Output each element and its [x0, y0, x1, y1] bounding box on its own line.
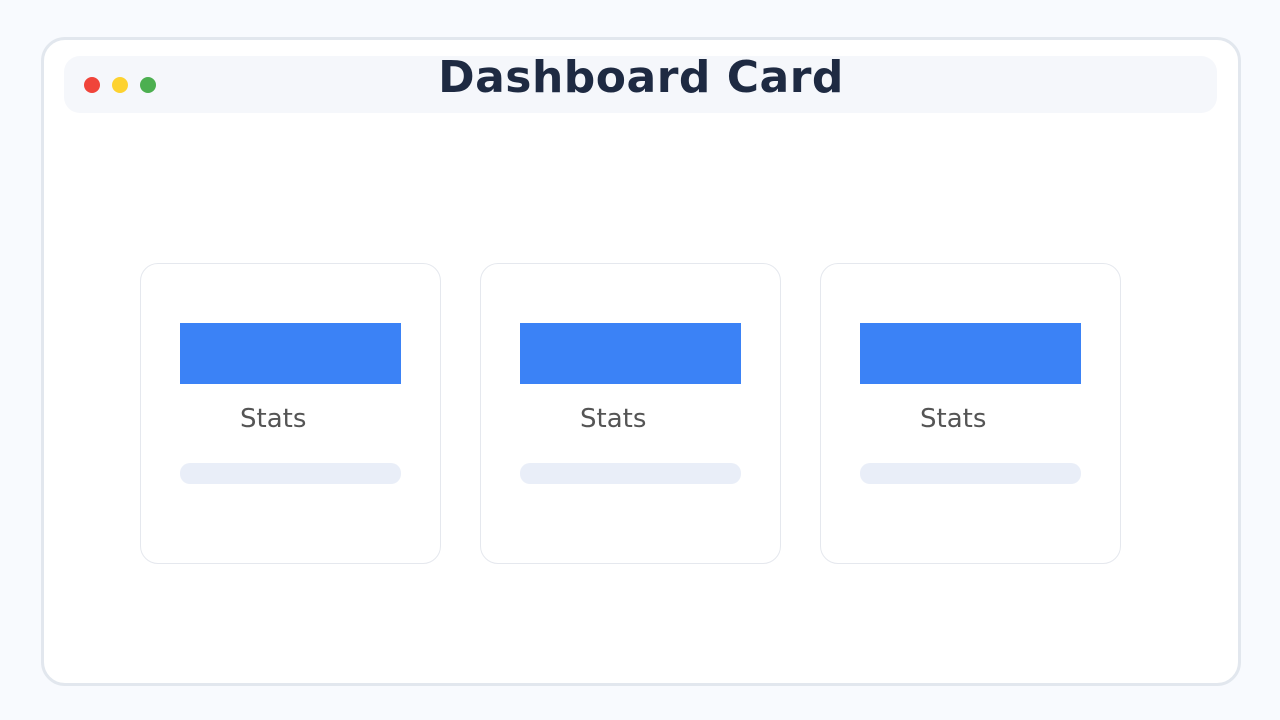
stats-card-1[interactable]: Stats: [140, 263, 441, 564]
stats-card-3[interactable]: Stats: [820, 263, 1121, 564]
stats-card-bar: [180, 323, 401, 384]
stats-card-2[interactable]: Stats: [480, 263, 781, 564]
app-window: Dashboard Card Stats Stats Stats: [41, 37, 1241, 686]
stats-card-bar: [520, 323, 741, 384]
stats-card-bar: [860, 323, 1081, 384]
stats-card-label: Stats: [920, 404, 987, 434]
page-title: Dashboard Card: [438, 52, 844, 103]
stats-card-placeholder: [860, 463, 1081, 484]
stats-card-placeholder: [180, 463, 401, 484]
stats-card-label: Stats: [240, 404, 307, 434]
stats-card-label: Stats: [580, 404, 647, 434]
stats-card-placeholder: [520, 463, 741, 484]
